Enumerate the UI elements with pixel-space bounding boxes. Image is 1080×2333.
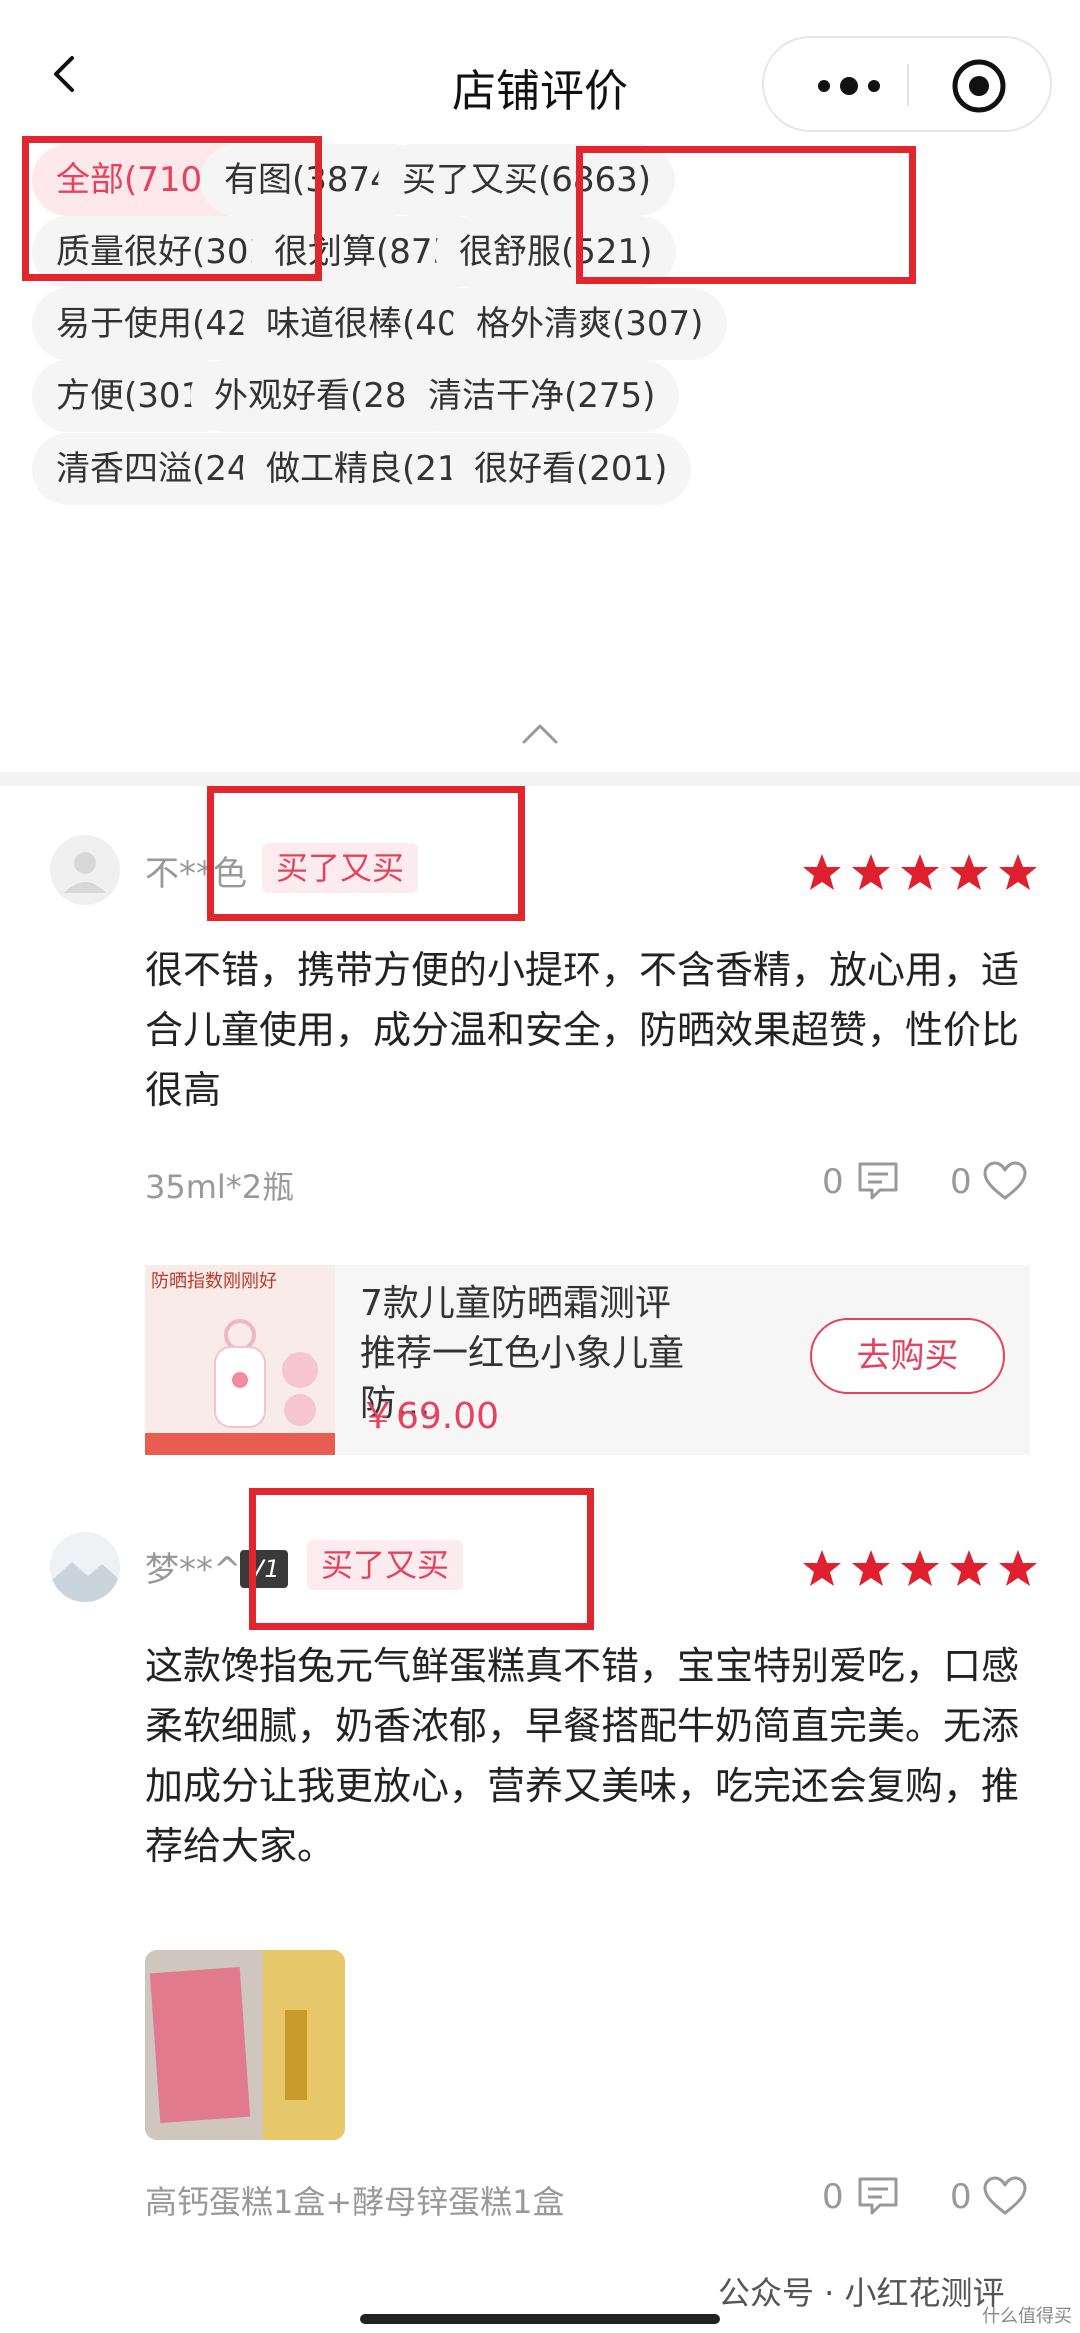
review-text: 很不错，携带方便的小提环，不含香精，放心用，适合儿童使用，成分温和安全，防晒效果… [145, 948, 1020, 1112]
heart-icon[interactable] [982, 1160, 1028, 1202]
comment-count: 0 [822, 1162, 844, 1202]
svg-text:防晒指数刚刚好: 防晒指数刚刚好 [151, 1271, 277, 1292]
like-count: 0 [950, 1162, 972, 1202]
comment-icon[interactable] [856, 1160, 900, 1202]
buy-button[interactable]: 去购买 [810, 1318, 1005, 1394]
comment-count: 0 [822, 2177, 844, 2217]
star-icon [852, 854, 890, 890]
more-icon[interactable] [814, 76, 884, 96]
star-icon [901, 1550, 939, 1586]
star-icon [950, 854, 988, 890]
annotation-box [249, 1488, 594, 1630]
default-avatar-icon [64, 852, 106, 893]
star-icon [999, 1550, 1037, 1586]
heart-icon[interactable] [982, 2175, 1028, 2217]
avatar[interactable] [50, 835, 120, 905]
product-card[interactable]: 防晒指数刚刚好 7款儿童防晒霜测评推荐一红色小象儿童防... ￥69.00 去购… [145, 1265, 1030, 1455]
tag-cleans-well[interactable]: 清洁干净(275) [404, 360, 680, 432]
review-text: 这款馋指兔元气鲜蛋糕真不错，宝宝特别爱吃，口感柔软细腻，奶香浓郁，早餐搭配牛奶简… [145, 1644, 1020, 1868]
comment-icon[interactable] [856, 2175, 900, 2217]
avatar-image [50, 1532, 120, 1602]
chevron-up-icon[interactable] [520, 718, 560, 748]
tag-refreshing[interactable]: 格外清爽(307) [452, 288, 728, 360]
capsule-divider [907, 64, 909, 106]
product-thumbnail: 防晒指数刚刚好 [145, 1265, 335, 1455]
product-spec: 高钙蛋糕1盒+酵母锌蛋糕1盒 [145, 2183, 565, 2221]
star-icon [852, 1550, 890, 1586]
star-icon [950, 1550, 988, 1586]
tag-pretty[interactable]: 很好看(201) [450, 433, 692, 505]
close-miniprogram-icon[interactable] [951, 58, 1007, 114]
star-icon [803, 1550, 841, 1586]
like-count: 0 [950, 2177, 972, 2217]
rating-stars [793, 852, 1038, 896]
reviewer-name: 梦**^ [145, 1550, 242, 1590]
watermark-site: 什么值得买 [982, 2306, 1072, 2327]
home-indicator [360, 2314, 720, 2324]
section-divider [0, 772, 1080, 786]
star-icon [999, 854, 1037, 890]
rating-stars [793, 1548, 1038, 1592]
annotation-box [22, 136, 322, 281]
product-price: ￥69.00 [360, 1396, 500, 1437]
mini-program-capsule [762, 36, 1052, 132]
sunscreen-bottle-icon: 防晒指数刚刚好 [145, 1265, 335, 1455]
annotation-box [207, 786, 525, 921]
header: 店铺评价 [0, 0, 1080, 132]
star-icon [803, 854, 841, 890]
product-spec: 35ml*2瓶 [145, 1168, 295, 1206]
avatar[interactable] [50, 1532, 120, 1602]
star-icon [901, 854, 939, 890]
review-photo-image [145, 1950, 345, 2140]
annotation-box [576, 146, 916, 284]
review-photo[interactable] [145, 1950, 345, 2140]
watermark: 公众号 · 小红花测评 [718, 2274, 1005, 2312]
